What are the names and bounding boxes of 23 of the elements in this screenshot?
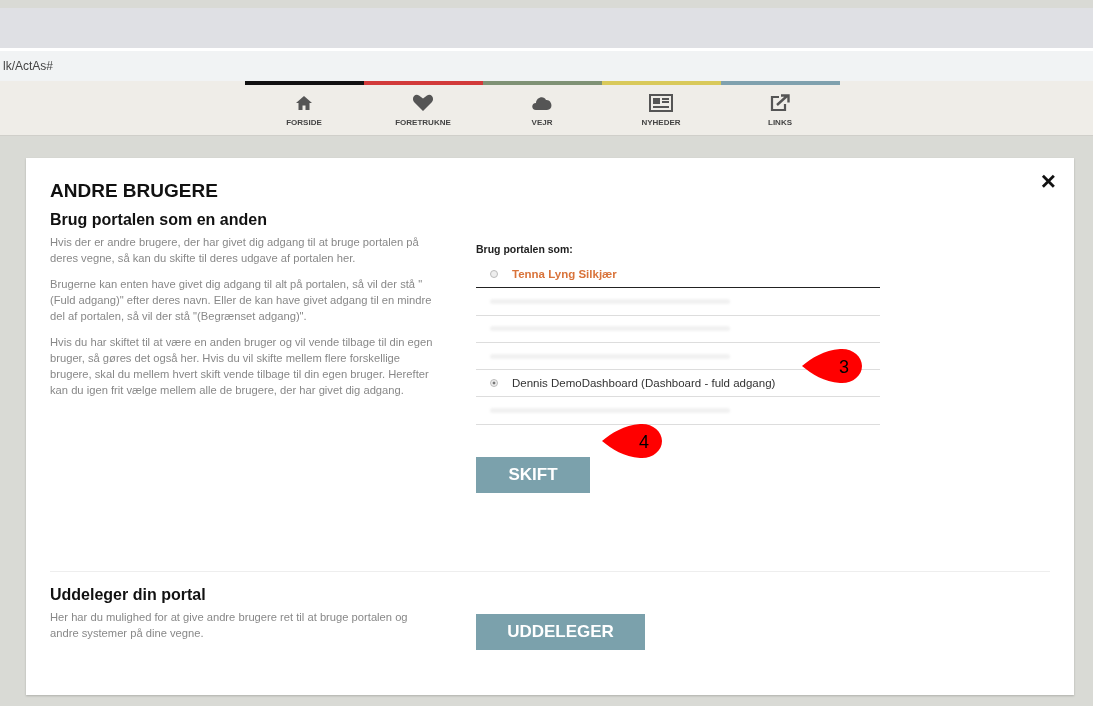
- nav-item[interactable]: FORSIDE: [244, 81, 364, 135]
- cloud-icon: [531, 95, 553, 111]
- section-heading: Uddeleger din portal: [50, 586, 207, 604]
- radio-button[interactable]: [490, 270, 498, 279]
- newspaper-icon: [649, 94, 673, 112]
- nav-item[interactable]: NYHEDER: [601, 81, 721, 135]
- close-button[interactable]: ×: [1040, 168, 1056, 194]
- house-icon: [295, 95, 313, 111]
- list-label: Brug portalen som:: [476, 243, 573, 255]
- radio-button[interactable]: [490, 379, 498, 388]
- nav-item[interactable]: FORETRUKNE: [363, 81, 483, 135]
- heart-icon: [412, 94, 434, 112]
- description-text: Brugerne kan enten have givet dig adgang til alt på portalen, så vil der stå "(Fuld adgang)" efter deres navn. Eller de kan have givet adgang til en mindre del af portalen, så vil der stå "(Begrænset adgang)".: [50, 277, 433, 324]
- nav-item[interactable]: LINKS: [720, 81, 840, 135]
- dialog-title: ANDRE BRUGERE: [50, 180, 219, 202]
- section-heading: Brug portalen som en anden: [50, 211, 268, 229]
- user-option[interactable]: Dennis DemoDashboard (Dashboard - fuld adgang): [512, 377, 776, 390]
- address-bar[interactable]: lk/ActAs#: [0, 48, 1093, 81]
- nav-item[interactable]: VEJR: [482, 81, 602, 135]
- description-text: Her har du mulighed for at give andre brugere ret til at bruge portalen og andre systemer på dine vegne.: [50, 610, 409, 641]
- description-text: Hvis du har skiftet til at være en anden bruger og vil vende tilbage til din egen bruger, så gøres det også her. Hvis du vil skifte mellem flere forskellige brugere, skal du mellem hvert skift vende tilbage til din egen bruger. Herefter kan du igen frit vælge mellem alle de brugere, der har givet dig adgang.: [50, 335, 434, 398]
- description-text: Hvis der er andre brugere, der har givet dig adgang til at bruge portalen på deres vegne, så kan du skifte til deres udgave af portalen her.: [50, 235, 420, 266]
- external-link-icon: [770, 94, 790, 112]
